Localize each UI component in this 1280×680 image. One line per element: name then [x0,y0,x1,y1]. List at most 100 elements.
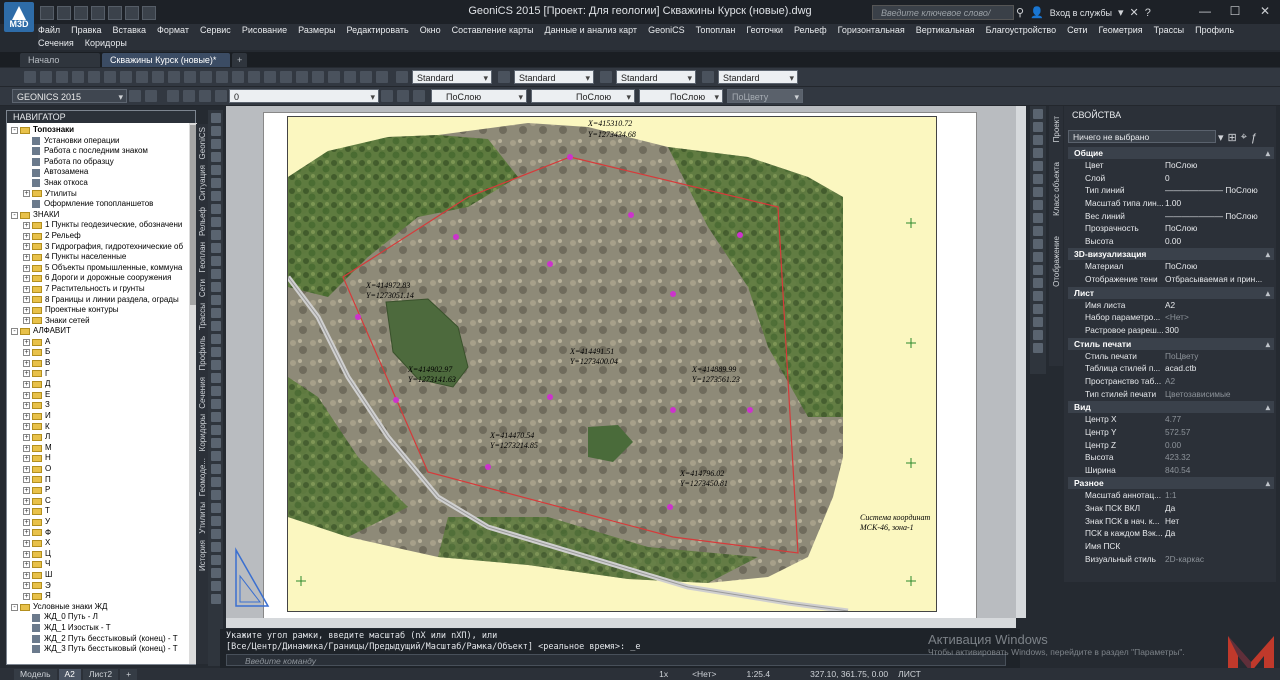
draw-tool-icon[interactable] [210,464,221,474]
publish-icon[interactable] [104,71,116,83]
modify-tool-icon[interactable] [1033,187,1043,197]
property-value[interactable]: 423.32 [1163,451,1274,464]
login-button[interactable]: Вход в службы [1050,8,1112,18]
collapse-icon[interactable]: - [11,211,18,219]
property-section[interactable]: Разное [1068,477,1274,490]
vertical-tab[interactable]: Сечения [198,377,207,409]
modify-tool-icon[interactable] [1033,213,1043,223]
tree-node[interactable]: - Топознаки [7,125,195,136]
expand-icon[interactable]: + [23,465,30,473]
tree-node[interactable]: ЖД_0 Путь - Л [7,612,195,623]
draw-tool-icon[interactable] [210,113,221,123]
expand-icon[interactable]: + [23,476,30,484]
expand-icon[interactable]: + [23,571,30,579]
modify-tool-icon[interactable] [1033,330,1043,340]
menu-item[interactable]: Редактировать [347,24,409,37]
menu-item[interactable]: Вертикальная [916,24,975,37]
expand-icon[interactable]: + [23,518,30,526]
expand-icon[interactable]: + [23,190,30,198]
expand-icon[interactable]: + [23,349,30,357]
expand-icon[interactable]: + [23,497,30,505]
expand-icon[interactable]: + [23,338,30,346]
property-row[interactable]: Вес линий ——————— ПоСлою [1068,210,1274,223]
tab-layout-a2[interactable]: A2 [58,668,81,680]
expand-icon[interactable]: + [23,582,30,590]
new-tab-button[interactable]: + [232,52,248,67]
draw-tool-icon[interactable] [210,373,221,383]
modify-tool-icon[interactable] [1033,161,1043,171]
zoom-readout[interactable]: 1x [659,669,668,679]
property-row[interactable]: Масштаб типа лин... 1.00 [1068,197,1274,210]
tree-node[interactable]: + В [7,358,195,369]
vertical-tab[interactable]: GeoniCS [198,127,207,159]
menu-item[interactable]: Данные и анализ карт [545,24,638,37]
modify-tool-icon[interactable] [1033,278,1043,288]
expand-icon[interactable]: + [23,317,30,325]
modify-tool-icon[interactable] [1033,317,1043,327]
draw-tool-icon[interactable] [210,438,221,448]
property-row[interactable]: Пространство таб... A2 [1068,375,1274,388]
calculator-icon[interactable] [360,71,372,83]
tab-start[interactable]: Начало [20,52,100,67]
property-row[interactable]: Слой 0 [1068,172,1274,185]
property-row[interactable]: Цвет ПоСлою [1068,159,1274,172]
menu-item[interactable]: Сечения [38,37,74,50]
chevron-down-icon[interactable]: ▾ [1118,6,1124,19]
save-as-icon[interactable] [91,6,105,20]
property-row[interactable]: Отображение тени Отбрасываемая и прин... [1068,273,1274,286]
property-section[interactable]: Стиль печати [1068,337,1274,350]
minimize-button[interactable]: — [1190,4,1220,18]
property-value[interactable]: ——————— ПоСлою [1163,184,1274,197]
property-row[interactable]: Растровое разреш... 300 [1068,324,1274,337]
property-value[interactable]: Цветозависимые [1163,388,1274,401]
tree-node[interactable]: +4 Пункты населенные [7,252,195,263]
menu-item[interactable]: Составление карты [452,24,534,37]
paste-icon[interactable] [152,71,164,83]
expand-icon[interactable]: + [23,529,30,537]
tree-node[interactable]: + Знаки сетей [7,316,195,327]
right-vertical-tab[interactable]: Класс объекта [1052,162,1061,216]
layer-select[interactable]: 0 [229,89,379,104]
property-row[interactable]: Таблица стилей п... acad.ctb [1068,362,1274,375]
maximize-button[interactable]: ☐ [1220,4,1250,18]
vertical-tab[interactable]: Трассы [198,303,207,330]
property-value[interactable]: 572.57 [1163,426,1274,439]
vertical-tab[interactable]: Сети [198,279,207,297]
undo-icon[interactable] [184,71,196,83]
property-value[interactable]: 2D-каркас [1163,553,1274,566]
property-section[interactable]: 3D-визуализация [1068,248,1274,261]
vertical-tab[interactable]: Коридоры [198,414,207,451]
property-value[interactable]: 1:1 [1163,489,1274,502]
modify-tool-icon[interactable] [1033,343,1043,353]
zoom-window-icon[interactable] [248,71,260,83]
tree-node[interactable]: - АЛФАВИТ [7,326,195,337]
property-row[interactable]: Высота 0.00 [1068,235,1274,248]
expand-icon[interactable]: + [23,232,30,240]
property-value[interactable]: ПоСлою [1163,222,1274,235]
map-viewport[interactable]: X=415310.72 Y=1273434.68 X=414902.97 Y=1… [287,116,937,612]
tree-node[interactable]: +6 Дороги и дорожные сооружения [7,273,195,284]
make-current-icon[interactable] [381,90,393,102]
modify-tool-icon[interactable] [1033,109,1043,119]
binoculars-icon[interactable]: ⚲ [1016,6,1024,19]
vertical-tab[interactable]: Рельеф [198,207,207,236]
property-value[interactable] [1163,540,1274,553]
tree-node[interactable]: + У [7,517,195,528]
tree-node[interactable]: + Е [7,390,195,401]
draw-tool-icon[interactable] [210,555,221,565]
draw-tool-icon[interactable] [210,295,221,305]
tree-node[interactable]: + Проектные контуры [7,305,195,316]
property-row[interactable]: Знак ПСК ВКЛ Да [1068,502,1274,515]
draw-tool-icon[interactable] [210,308,221,318]
draw-tool-icon[interactable] [210,256,221,266]
expand-icon[interactable]: + [23,296,30,304]
property-row[interactable]: ПСК в каждом Вэк... Да [1068,527,1274,540]
collapse-icon[interactable]: - [11,126,18,134]
expand-icon[interactable]: + [23,412,30,420]
draw-tool-icon[interactable] [210,243,221,253]
draw-tool-icon[interactable] [210,581,221,591]
menu-item[interactable]: Правка [71,24,101,37]
workspace-settings-icon[interactable] [129,90,141,102]
menu-item[interactable]: Геоточки [746,24,783,37]
draw-tool-icon[interactable] [210,503,221,513]
